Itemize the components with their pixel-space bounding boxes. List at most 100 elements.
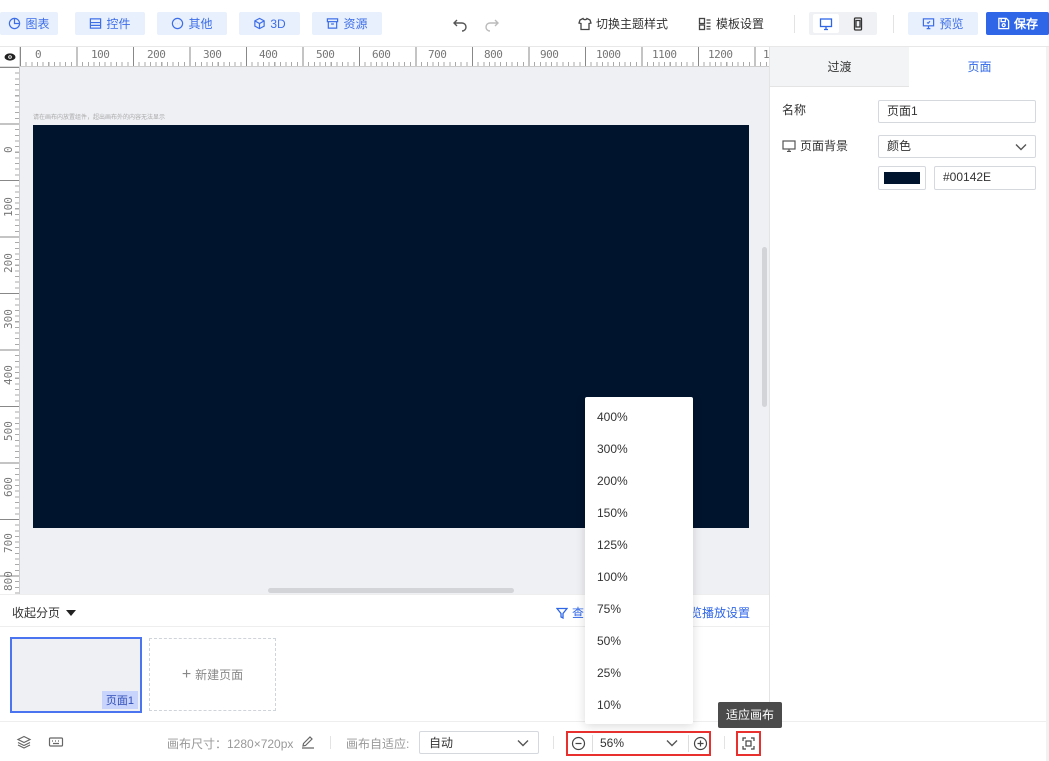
more-circle-icon	[172, 17, 184, 30]
color-swatch	[884, 172, 920, 184]
3d-button[interactable]: 3D	[239, 12, 300, 35]
minus-circle-icon	[571, 736, 586, 751]
zoom-out-button[interactable]	[571, 736, 587, 752]
top-toolbar: 图表 控件 其他 3D 资源 切换主题样式 模板设置 预览 保存	[0, 0, 1049, 47]
widget-button[interactable]: 控件	[75, 12, 145, 35]
zoom-option[interactable]: 300%	[585, 433, 693, 465]
vertical-ruler[interactable]: 0 100 200 300 400 500 600 700 800	[0, 67, 20, 594]
pie-chart-icon	[9, 17, 21, 30]
redo-icon	[485, 19, 499, 32]
color-picker-swatch[interactable]	[878, 166, 926, 190]
zoom-option[interactable]: 150%	[585, 497, 693, 529]
chart-button[interactable]: 图表	[0, 12, 58, 35]
horizontal-scrollbar[interactable]	[268, 588, 514, 593]
undo-button[interactable]	[449, 12, 471, 35]
zoom-option[interactable]: 25%	[585, 657, 693, 689]
plus-circle-icon	[693, 736, 708, 751]
chevron-down-icon	[517, 740, 529, 747]
redo-button[interactable]	[481, 12, 503, 35]
edit-size-button[interactable]	[300, 735, 316, 749]
auto-fit-select[interactable]: 自动	[419, 731, 539, 754]
ruler-tick: 800	[2, 571, 15, 591]
zoom-control: 56%	[566, 731, 711, 756]
tab-transition[interactable]: 过渡	[770, 47, 909, 87]
preview-button-label: 预览	[939, 17, 964, 31]
save-icon	[998, 17, 1010, 30]
page-name-value: 页面1	[887, 104, 918, 118]
page-name-input[interactable]: 页面1	[878, 100, 1036, 123]
ruler-tick: 300	[2, 309, 15, 329]
tab-page[interactable]: 页面	[909, 47, 1049, 87]
phone-icon	[853, 16, 863, 31]
ruler-tick: 500	[2, 421, 15, 441]
ruler-tick: 1100	[652, 48, 677, 61]
fit-canvas-tooltip: 适应画布	[718, 702, 783, 728]
zoom-option[interactable]: 400%	[585, 401, 693, 433]
bottom-bar: 画布尺寸：1280×720px 画布自适应: 自动 56%	[0, 721, 1049, 761]
tab-page-label: 页面	[967, 60, 992, 74]
zoom-option[interactable]: 10%	[585, 689, 693, 721]
zoom-option[interactable]: 75%	[585, 593, 693, 625]
toggle-guides-button[interactable]	[0, 47, 20, 67]
archive-icon	[327, 18, 339, 29]
undo-icon	[453, 19, 467, 32]
ruler-tick: 200	[2, 253, 15, 273]
template-icon	[698, 17, 711, 30]
auto-fit-label: 画布自适应:	[346, 737, 410, 751]
color-hex-input[interactable]: #00142E	[934, 166, 1036, 190]
ruler-tick: 100	[91, 48, 110, 61]
resource-button[interactable]: 资源	[312, 12, 382, 35]
horizontal-ruler[interactable]: 0 100 200 300 400 500 600 700 800 900 10…	[20, 47, 769, 67]
ruler-tick: 1000	[596, 48, 621, 61]
filter-button[interactable]: 查	[556, 604, 584, 621]
filter-icon	[556, 607, 568, 619]
fit-canvas-button[interactable]	[736, 731, 761, 756]
desktop-view-button[interactable]	[813, 14, 839, 33]
ruler-tick: 800	[484, 48, 503, 61]
ruler-tick: 400	[259, 48, 278, 61]
collapse-pages-toggle[interactable]: 收起分页	[12, 604, 77, 621]
theme-switch-button[interactable]: 切换主题样式	[578, 12, 668, 35]
ruler-tick: 300	[203, 48, 222, 61]
zoom-option[interactable]: 200%	[585, 465, 693, 497]
new-page-button[interactable]: + 新建页面	[149, 638, 276, 711]
toolbar-divider	[794, 15, 795, 33]
preview-button[interactable]: 预览	[908, 12, 978, 35]
vertical-scrollbar[interactable]	[762, 247, 767, 407]
auto-fit-value: 自动	[429, 736, 454, 750]
ruler-tick: 100	[2, 197, 15, 217]
caret-down-icon	[66, 609, 77, 616]
canvas-size-text: 画布尺寸：1280×720px	[167, 737, 294, 751]
template-settings-label: 模板设置	[716, 17, 765, 31]
ruler-tick: 1200	[708, 48, 733, 61]
keyboard-button[interactable]	[48, 735, 64, 749]
save-button[interactable]: 保存	[986, 12, 1049, 35]
zoom-in-button[interactable]	[693, 736, 709, 752]
zoom-option[interactable]: 50%	[585, 625, 693, 657]
background-type-select[interactable]: 颜色	[878, 135, 1036, 158]
name-label: 名称	[782, 103, 807, 117]
play-settings-link[interactable]: 览播放设置	[690, 604, 750, 621]
tab-transition-label: 过渡	[827, 60, 852, 74]
mobile-view-button[interactable]	[845, 14, 871, 33]
widget-button-label: 控件	[106, 17, 131, 31]
ruler-tick: 600	[2, 477, 15, 497]
zoom-option[interactable]: 125%	[585, 529, 693, 561]
page-thumbnail[interactable]: 页面1	[10, 637, 142, 713]
widget-icon	[90, 18, 102, 29]
layers-button[interactable]	[16, 735, 32, 749]
zoom-option[interactable]: 100%	[585, 561, 693, 593]
ruler-tick: 0	[35, 48, 42, 61]
chevron-down-icon	[1015, 144, 1027, 151]
preview-monitor-icon	[923, 18, 935, 30]
template-settings-button[interactable]: 模板设置	[698, 12, 764, 35]
monitor-icon	[782, 139, 796, 152]
zoom-select[interactable]: 56%	[592, 735, 689, 752]
divider	[553, 736, 554, 749]
layers-icon	[16, 735, 32, 749]
other-button[interactable]: 其他	[157, 12, 227, 35]
pencil-icon	[302, 736, 314, 749]
cube-icon	[254, 17, 266, 30]
page-background-label: 页面背景	[782, 137, 848, 154]
background-type-value: 颜色	[887, 139, 912, 153]
